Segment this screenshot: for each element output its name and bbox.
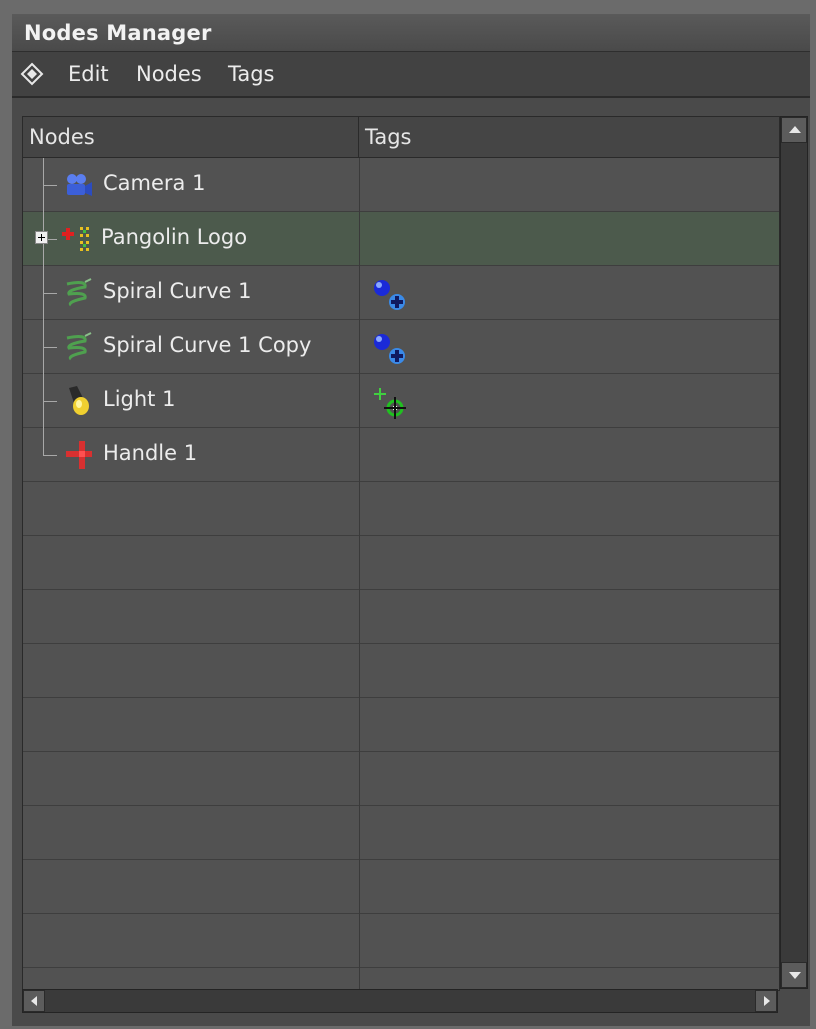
node-label: Spiral Curve 1 Copy	[103, 333, 312, 357]
node-row-camera[interactable]: Camera 1	[23, 158, 779, 212]
column-divider	[359, 590, 360, 644]
empty-row	[23, 698, 779, 752]
tree-line	[43, 185, 57, 186]
column-divider	[359, 914, 360, 968]
table-header: Nodes Tags	[23, 117, 779, 158]
column-divider	[359, 212, 360, 266]
menu-edit[interactable]: Edit	[68, 62, 109, 86]
arrow-left-icon	[31, 996, 37, 1006]
diamond-menu-icon[interactable]	[20, 62, 44, 86]
tree-line	[43, 455, 57, 456]
group-node-icon	[62, 227, 89, 251]
node-label: Pangolin Logo	[101, 225, 248, 249]
node-label: Handle 1	[103, 441, 198, 465]
spiral-curve-icon	[66, 278, 92, 307]
node-row-handle[interactable]: Handle 1	[23, 428, 779, 482]
column-divider	[359, 482, 360, 536]
node-row-light[interactable]: Light 1	[23, 374, 779, 428]
column-header-nodes[interactable]: Nodes	[23, 117, 359, 157]
column-divider	[359, 320, 360, 374]
empty-row	[23, 536, 779, 590]
empty-row	[23, 968, 779, 990]
column-divider	[359, 968, 360, 990]
node-rows: Camera 1 Pangolin Logo Spiral Curve 1 Sp…	[23, 158, 779, 990]
tree-line	[43, 401, 57, 402]
spiral-curve-icon	[66, 332, 92, 361]
column-header-tags[interactable]: Tags	[359, 117, 779, 157]
column-divider	[359, 860, 360, 914]
column-divider	[359, 644, 360, 698]
node-row-spiral-curve-copy[interactable]: Spiral Curve 1 Copy	[23, 320, 779, 374]
node-label: Camera 1	[103, 171, 206, 195]
nodes-panel: Nodes Tags Camera 1 Pangolin Logo Spiral…	[12, 98, 810, 1026]
scroll-down-button[interactable]	[781, 962, 807, 988]
empty-row	[23, 914, 779, 968]
expand-toggle[interactable]	[35, 231, 48, 244]
target-tag-icon[interactable]	[371, 386, 409, 422]
column-divider	[359, 158, 360, 212]
handle-icon	[66, 441, 92, 469]
empty-row	[23, 860, 779, 914]
node-row-spiral-curve[interactable]: Spiral Curve 1	[23, 266, 779, 320]
empty-row	[23, 806, 779, 860]
scroll-left-button[interactable]	[23, 990, 45, 1012]
empty-row	[23, 590, 779, 644]
scroll-up-button[interactable]	[781, 117, 807, 143]
nodes-tree: Nodes Tags Camera 1 Pangolin Logo Spiral…	[22, 116, 780, 991]
column-divider	[359, 374, 360, 428]
motion-tag-icon[interactable]	[371, 278, 409, 314]
horizontal-scrollbar[interactable]	[22, 989, 778, 1013]
empty-row	[23, 752, 779, 806]
title-bar: Nodes Manager	[12, 14, 810, 52]
column-divider	[359, 806, 360, 860]
node-label: Light 1	[103, 387, 176, 411]
camera-icon	[67, 174, 92, 196]
column-divider	[359, 698, 360, 752]
column-divider	[359, 428, 360, 482]
empty-row	[23, 644, 779, 698]
tree-line	[43, 347, 57, 348]
empty-row	[23, 482, 779, 536]
node-label: Spiral Curve 1	[103, 279, 252, 303]
tree-line	[43, 428, 44, 456]
menu-bar: Edit Nodes Tags	[12, 52, 810, 98]
column-divider	[359, 266, 360, 320]
arrow-right-icon	[764, 996, 770, 1006]
column-divider	[359, 536, 360, 590]
motion-tag-icon[interactable]	[371, 332, 409, 368]
column-divider	[359, 752, 360, 806]
window-title: Nodes Manager	[24, 21, 212, 45]
scroll-right-button[interactable]	[755, 990, 777, 1012]
arrow-up-icon	[789, 126, 801, 133]
menu-tags[interactable]: Tags	[228, 62, 275, 86]
menu-nodes[interactable]: Nodes	[136, 62, 202, 86]
light-bulb-icon	[69, 386, 89, 415]
vertical-scrollbar[interactable]	[780, 116, 808, 989]
arrow-down-icon	[789, 972, 801, 979]
node-row-pangolin-logo[interactable]: Pangolin Logo	[23, 212, 779, 266]
tree-line	[43, 293, 57, 294]
